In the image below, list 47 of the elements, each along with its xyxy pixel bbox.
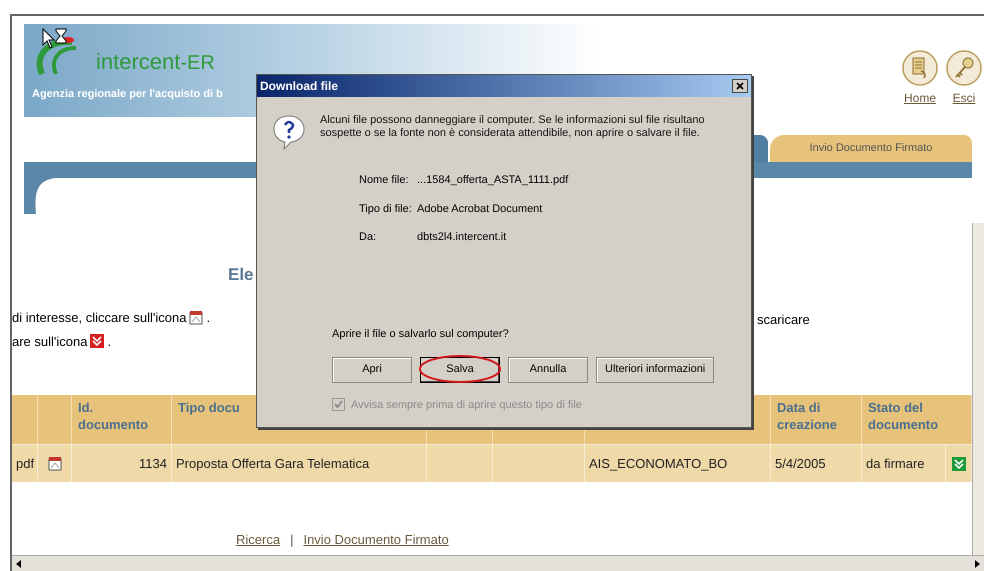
dialog-title: Download file: [260, 78, 338, 95]
column-header: Id. documento: [72, 395, 172, 444]
column-header: Stato del documento: [862, 395, 972, 444]
dialog-button[interactable]: Annulla: [508, 356, 588, 382]
instruction-text: scaricare: [757, 312, 810, 327]
key-icon[interactable]: [945, 49, 983, 87]
document-stack-icon[interactable]: [901, 49, 939, 87]
table-cell: AIS_ECONOMATO_BO: [585, 445, 771, 482]
dialog-question: Aprire il file o salvarlo sul computer?: [332, 326, 510, 342]
table-cell: pdf: [12, 445, 38, 482]
column-header: [38, 395, 72, 444]
instruction-text: di interesse, cliccare sull'icona: [12, 309, 186, 327]
column-header: [12, 395, 38, 444]
instruction-text: .: [107, 332, 112, 350]
logo-text: intercent-ER: [96, 51, 215, 73]
field-value: Adobe Acrobat Document: [417, 202, 542, 216]
table-cell: Proposta Offerta Gara Telematica: [172, 445, 427, 482]
chevron-down-icon[interactable]: [952, 456, 966, 470]
document-icon[interactable]: [48, 456, 62, 471]
question-icon: [272, 114, 306, 150]
instruction-text: .: [206, 309, 210, 327]
warning-message: Alcuni file possono danneggiare il computer. Se le informazioni sul file risultano sospette o se la fonte non è considerata attendibile, non aprire o salvare il file.: [320, 114, 706, 141]
close-button[interactable]: [732, 79, 748, 93]
nav-link[interactable]: Esci: [952, 89, 976, 107]
field-value: dbts2l4.intercent.it: [417, 230, 506, 245]
footer-link[interactable]: Invio Documento Firmato: [303, 530, 449, 549]
table-cell: 1134: [72, 445, 172, 482]
dialog-button[interactable]: Ulteriori informazioni: [596, 356, 714, 382]
table-cell: da firmare: [862, 445, 946, 482]
tab[interactable]: Invio Documento Firmato: [770, 135, 972, 162]
field-label: Da:: [358, 230, 378, 245]
document-icon[interactable]: [189, 310, 204, 326]
horizontal-scrollbar[interactable]: [12, 555, 984, 571]
page-title: Ele: [228, 265, 254, 284]
nav-link[interactable]: Home: [904, 89, 936, 107]
field-label: Nome file:: [358, 173, 410, 188]
field-label: Tipo di file:: [358, 202, 413, 216]
dialog-button[interactable]: Apri: [332, 356, 412, 382]
column-header: Data di creazione: [771, 395, 862, 444]
field-value: ...1584_offerta_ASTA_1111.pdf: [417, 173, 568, 188]
tagline: Agenzia regionale per l'acquisto di b: [32, 87, 224, 102]
table-cell: 5/4/2005: [771, 445, 862, 482]
footer-link[interactable]: Ricerca: [236, 530, 280, 549]
close-icon: [736, 82, 744, 90]
chevron-down-icon[interactable]: [90, 334, 104, 348]
link-separator: |: [290, 530, 294, 549]
instruction-text: are sull'icona: [12, 332, 88, 350]
